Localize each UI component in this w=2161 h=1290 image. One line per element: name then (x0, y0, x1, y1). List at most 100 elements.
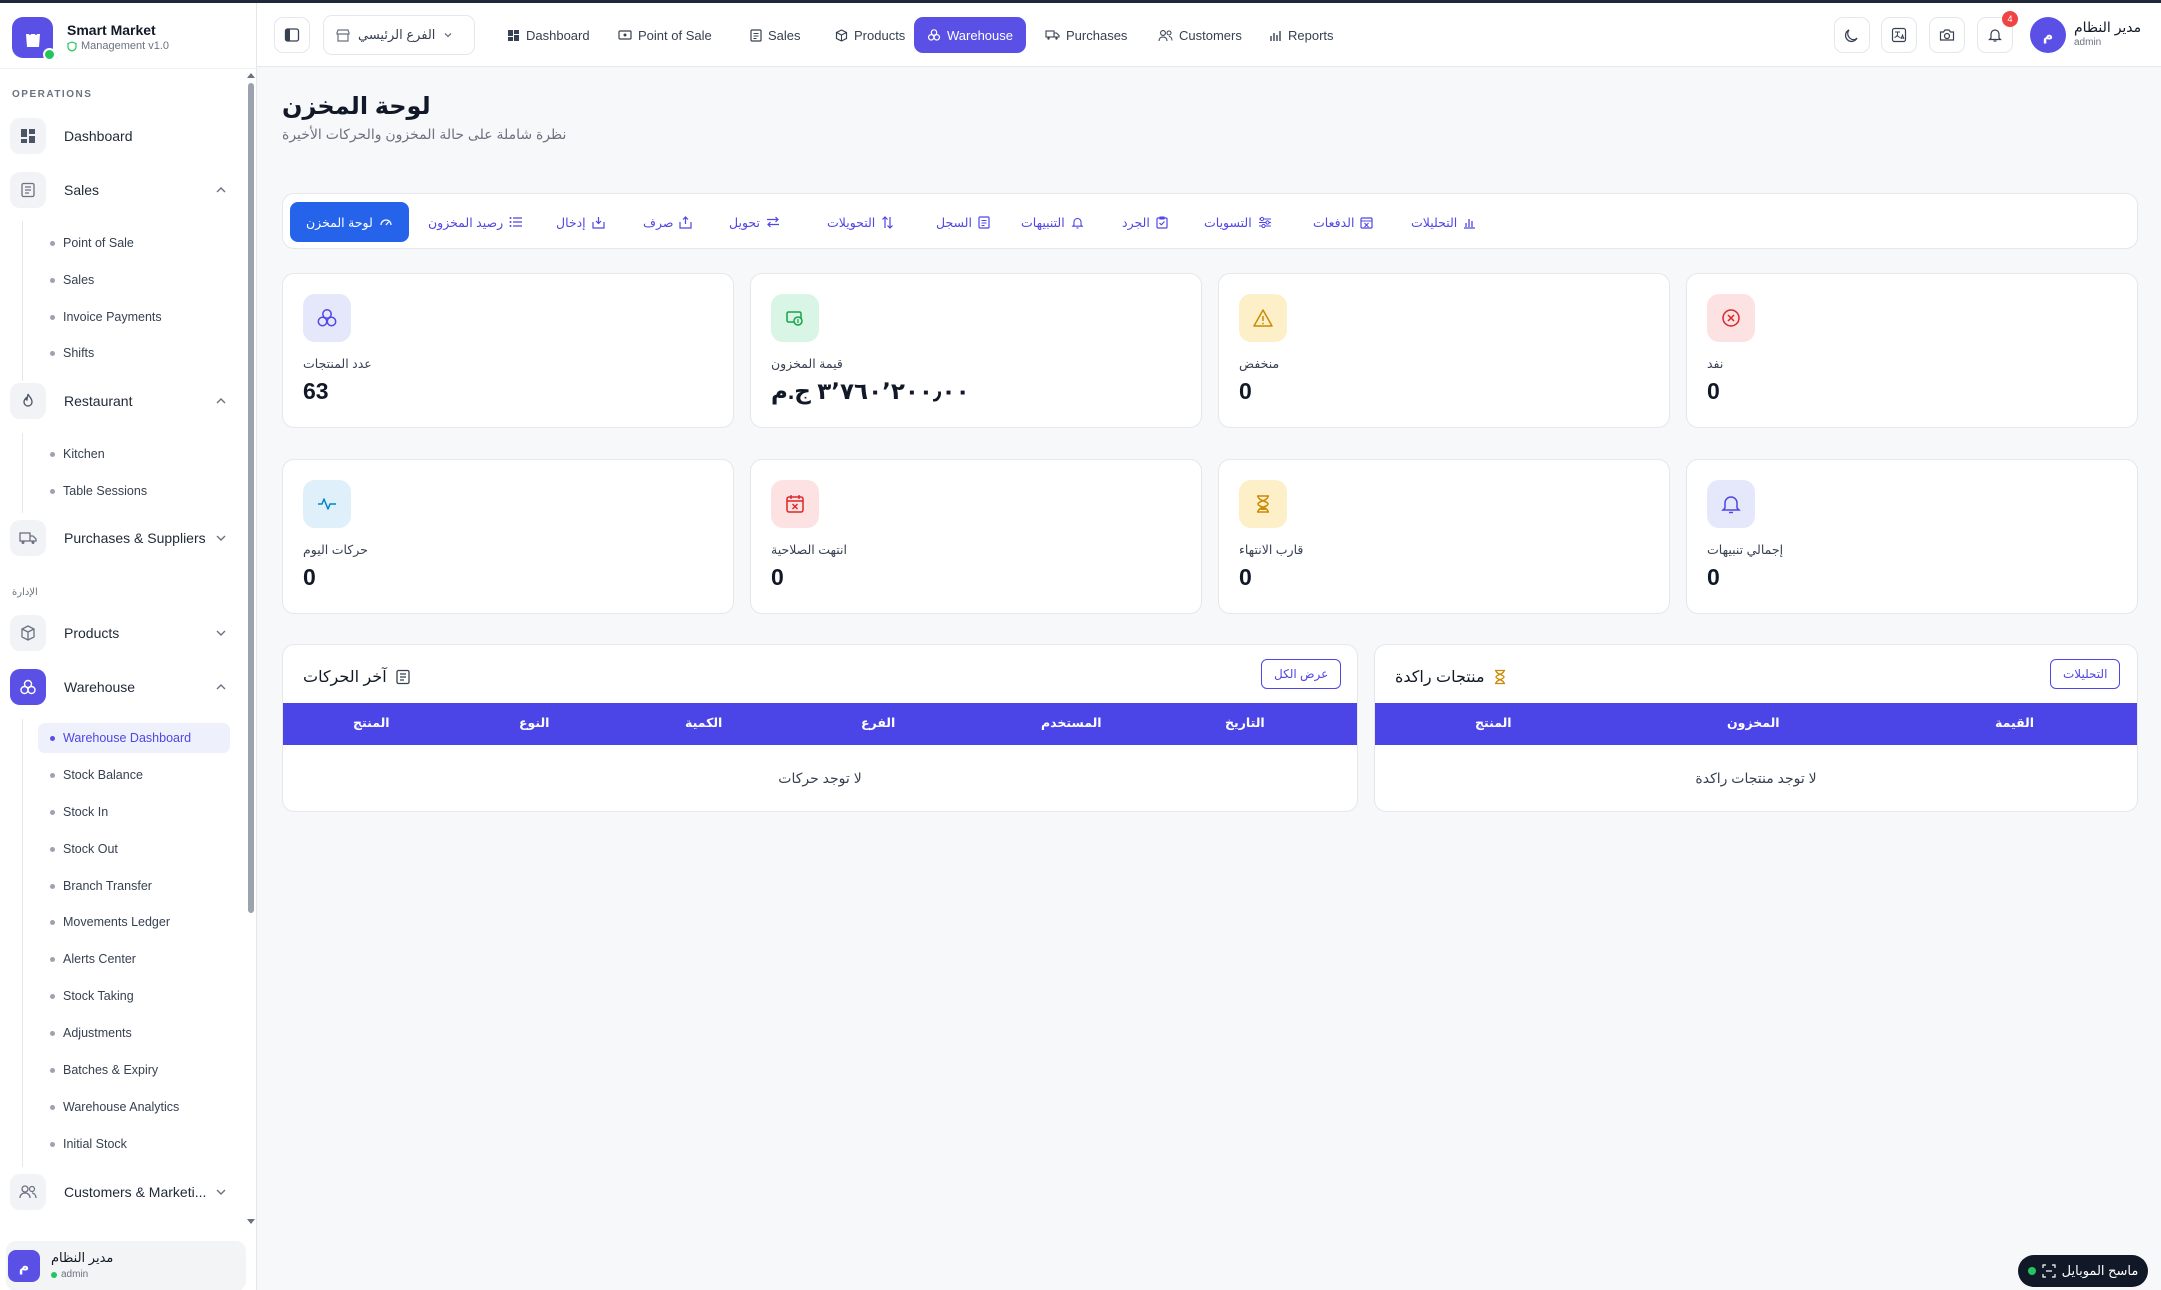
notifications-button[interactable]: 4 (1977, 11, 2018, 53)
shopping-bag-icon (25, 27, 40, 47)
sidebar-item-sales[interactable]: Sales (10, 168, 235, 212)
topnav-purchases[interactable]: Purchases (1035, 17, 1137, 53)
sidebar-item-customers[interactable]: Customers & Marketi... (10, 1170, 235, 1214)
movements-table-header: التاريخ المستخدم الفرع الكمية النوع المن… (283, 703, 1357, 745)
sidebar-subitem[interactable]: Warehouse Analytics (38, 1092, 230, 1122)
sidebar-subitem[interactable]: Stock Balance (38, 760, 230, 790)
language-button[interactable] (1881, 17, 1917, 53)
sidebar-user-card[interactable]: م مدير النظام admin (6, 1241, 246, 1290)
tab-dashboard[interactable]: لوحة المخزن (290, 202, 409, 242)
sidebar-scrollbar[interactable] (248, 83, 254, 913)
column-header[interactable]: الكمية (685, 715, 722, 730)
camera-button[interactable] (1929, 17, 1965, 53)
tab-batches[interactable]: الدفعات (1303, 202, 1383, 242)
tab-stock-out[interactable]: صرف (633, 202, 702, 242)
tab-stock-in[interactable]: إدخال (546, 202, 615, 242)
sidebar-subitem[interactable]: Adjustments (38, 1018, 230, 1048)
theme-toggle-button[interactable] (1834, 17, 1870, 53)
stagnant-products-panel: منتجات راكدة التحليلات القيمة المخزون ال… (1374, 644, 2138, 812)
sidebar-subitem-active[interactable]: Warehouse Dashboard (38, 723, 230, 753)
chevron-down-icon (444, 33, 452, 38)
sidebar-item-purchases[interactable]: Purchases & Suppliers (10, 516, 235, 560)
sidebar-item-label: Warehouse (64, 679, 136, 695)
tab-stock-taking[interactable]: الجرد (1112, 202, 1178, 242)
sidebar-subitem[interactable]: Alerts Center (38, 944, 230, 974)
sidebar-subitem[interactable]: Table Sessions (38, 476, 230, 506)
sidebar-subitem[interactable]: Invoice Payments (38, 302, 230, 332)
arrows-up-down-icon (882, 215, 894, 229)
scroll-down-icon[interactable] (247, 1219, 255, 1225)
topnav-customers[interactable]: Customers (1148, 17, 1252, 53)
sidebar-item-warehouse[interactable]: Warehouse (10, 665, 235, 709)
gauge-icon (380, 219, 392, 226)
sidebar-item-restaurant[interactable]: Restaurant (10, 379, 235, 423)
sidebar: Smart Market Management v1.0 OPERATIONS … (0, 3, 257, 1290)
sidebar-subitem[interactable]: Movements Ledger (38, 907, 230, 937)
store-icon (336, 29, 350, 42)
topbar-user-menu[interactable]: م مدير النظام admin (2030, 15, 2152, 55)
app-name: Smart Market (67, 22, 156, 38)
sidebar-toggle-button[interactable] (274, 17, 310, 53)
page-title: لوحة المخزن (282, 93, 431, 120)
sidebar-subitem[interactable]: Branch Transfer (38, 871, 230, 901)
topnav-warehouse[interactable]: Warehouse (914, 17, 1026, 53)
sidebar-user-name: مدير النظام (51, 1250, 114, 1265)
view-all-button[interactable]: عرض الكل (1261, 659, 1342, 689)
moon-icon (1845, 29, 1858, 42)
online-status-dot (2027, 1267, 2036, 1275)
sidebar-user-role: admin (51, 1269, 88, 1280)
stat-card-expired: انتهت الصلاحية 0 (750, 459, 1202, 614)
hourglass-icon (1239, 480, 1287, 528)
column-header[interactable]: المنتج (1475, 715, 1512, 730)
app-logo (12, 17, 56, 61)
topnav-reports[interactable]: Reports (1259, 17, 1344, 53)
tab-transfer[interactable]: تحويل (719, 202, 790, 242)
column-header[interactable]: المخزون (1727, 715, 1780, 730)
stat-value: 63 (303, 378, 329, 404)
tab-stock-balance[interactable]: رصيد المخزون (418, 202, 533, 242)
scan-icon (2042, 1264, 2056, 1278)
tab-alerts[interactable]: التنبيهات (1011, 202, 1094, 242)
topnav-pos[interactable]: Point of Sale (608, 17, 722, 53)
mobile-scanner-button[interactable]: ماسح الموبايل (2018, 1255, 2148, 1287)
users-icon (10, 1174, 46, 1210)
sidebar-subitem[interactable]: Batches & Expiry (38, 1055, 230, 1085)
topnav-products[interactable]: Products (825, 17, 915, 53)
stat-card-out-of-stock: نفد 0 (1686, 273, 2138, 428)
sidebar-subitem[interactable]: Stock Taking (38, 981, 230, 1011)
column-header[interactable]: المستخدم (1041, 715, 1102, 730)
tab-analytics[interactable]: التحليلات (1401, 202, 1486, 242)
stat-card-total-alerts: إجمالي تنبيهات 0 (1686, 459, 2138, 614)
mobile-scanner-label: ماسح الموبايل (2061, 1263, 2139, 1278)
brand: Smart Market Management v1.0 (0, 3, 256, 69)
avatar: م (8, 1250, 40, 1282)
tab-ledger[interactable]: السجل (926, 202, 1000, 242)
sidebar-subitem[interactable]: Stock Out (38, 834, 230, 864)
stat-card-products-count: عدد المنتجات 63 (282, 273, 734, 428)
topnav-sales[interactable]: Sales (740, 17, 811, 53)
file-text-icon (395, 669, 410, 685)
sales-subtree-line (22, 221, 23, 381)
topnav-dashboard[interactable]: Dashboard (497, 17, 600, 53)
package-icon (10, 615, 46, 651)
branch-select[interactable]: الفرع الرئيسي (323, 15, 475, 55)
column-header[interactable]: القيمة (1995, 715, 2034, 730)
stat-value: 0 (1707, 378, 1720, 404)
column-header[interactable]: التاريخ (1225, 715, 1265, 730)
sidebar-subitem[interactable]: Point of Sale (38, 228, 230, 258)
tab-transfers[interactable]: التحويلات (817, 202, 904, 242)
column-header[interactable]: النوع (519, 715, 549, 730)
sidebar-subitem[interactable]: Initial Stock (38, 1129, 230, 1159)
scroll-up-icon[interactable] (247, 72, 255, 78)
sidebar-item-dashboard[interactable]: Dashboard (10, 114, 235, 158)
sidebar-subitem[interactable]: Kitchen (38, 439, 230, 469)
sidebar-item-products[interactable]: Products (10, 611, 235, 655)
receipt-icon (10, 172, 46, 208)
sidebar-subitem[interactable]: Shifts (38, 338, 230, 368)
sidebar-subitem[interactable]: Sales (38, 265, 230, 295)
analytics-button[interactable]: التحليلات (2050, 659, 2121, 689)
column-header[interactable]: المنتج (353, 715, 390, 730)
column-header[interactable]: الفرع (861, 715, 895, 730)
sidebar-subitem[interactable]: Stock In (38, 797, 230, 827)
tab-adjustments[interactable]: التسويات (1194, 202, 1282, 242)
